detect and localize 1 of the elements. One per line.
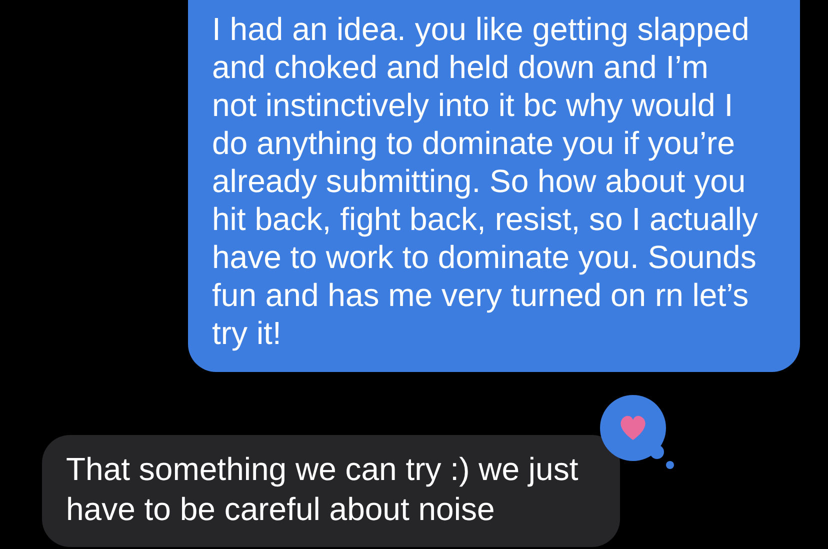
message-bubble: I had an idea. you like getting slapped and choked and held down and I’m not instinctively into it bc why would I do anything to dominate you if you’re already submitting. So how about you hit back, fight back, resist, so I actually have to work to dominate you. Sounds fun and has me very turned on rn let’s try it! xyxy=(188,0,800,372)
